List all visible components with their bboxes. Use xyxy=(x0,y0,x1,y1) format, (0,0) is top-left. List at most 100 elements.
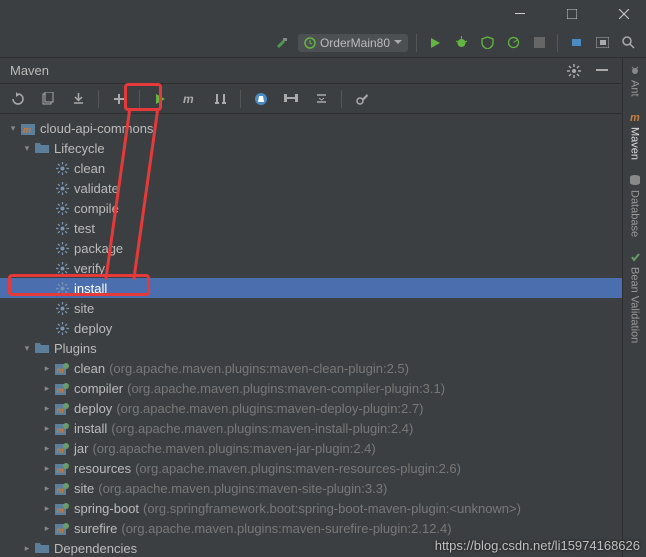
plugin-site[interactable]: ▸msite(org.apache.maven.plugins:maven-si… xyxy=(0,478,622,498)
tree-node-icon xyxy=(54,180,70,196)
expand-arrow-icon[interactable]: ▸ xyxy=(20,543,34,554)
right-tab-bean-validation[interactable]: Bean Validation xyxy=(629,251,641,343)
plugin-spring-boot[interactable]: ▸mspring-boot(org.springframework.boot:s… xyxy=(0,498,622,518)
settings-icon[interactable] xyxy=(564,61,584,81)
lifecycle-goal-install[interactable]: install xyxy=(0,278,622,298)
tree-node-label: clean xyxy=(74,161,105,176)
search-icon[interactable] xyxy=(618,33,638,53)
lifecycle-goal-test[interactable]: test xyxy=(0,218,622,238)
expand-arrow-icon[interactable]: ▸ xyxy=(40,383,54,394)
tree-node-icon: m xyxy=(54,380,70,396)
project-node[interactable]: ▾mcloud-api-commons xyxy=(0,118,622,138)
show-dependencies-icon[interactable] xyxy=(281,89,301,109)
svg-text:m: m xyxy=(57,446,64,455)
plugin-clean[interactable]: ▸mclean(org.apache.maven.plugins:maven-c… xyxy=(0,358,622,378)
expand-arrow-icon[interactable]: ▾ xyxy=(6,123,20,134)
tree-node-icon xyxy=(54,240,70,256)
skip-tests-icon[interactable] xyxy=(251,89,271,109)
lifecycle-goal-verify[interactable]: verify xyxy=(0,258,622,278)
tree-node-icon xyxy=(54,280,70,296)
reimport-icon[interactable] xyxy=(8,89,28,109)
plugin-resources[interactable]: ▸mresources(org.apache.maven.plugins:mav… xyxy=(0,458,622,478)
tab-label: Maven xyxy=(629,127,641,160)
main-toolbar: OrderMain80 xyxy=(0,28,646,58)
tree-node-icon xyxy=(54,260,70,276)
maven-tree[interactable]: ▾mcloud-api-commons▾Lifecycle clean valida… xyxy=(0,114,622,557)
tree-node-sublabel: (org.apache.maven.plugins:maven-deploy-p… xyxy=(116,401,423,416)
panel-title: Maven xyxy=(10,63,49,78)
tree-node-label: install xyxy=(74,281,107,296)
lifecycle-goal-compile[interactable]: compile xyxy=(0,198,622,218)
download-sources-icon[interactable] xyxy=(68,89,88,109)
expand-arrow-icon[interactable]: ▸ xyxy=(40,423,54,434)
expand-arrow-icon[interactable]: ▸ xyxy=(40,363,54,374)
svg-text:m: m xyxy=(57,526,64,535)
tree-node-icon xyxy=(54,220,70,236)
tree-node-label: verify xyxy=(74,261,105,276)
tree-node-sublabel: (org.apache.maven.plugins:maven-clean-pl… xyxy=(109,361,409,376)
svg-text:m: m xyxy=(57,406,64,415)
expand-arrow-icon[interactable]: ▾ xyxy=(20,343,34,354)
tree-node-icon: m xyxy=(54,480,70,496)
plugins-folder[interactable]: ▾Plugins xyxy=(0,338,622,358)
svg-text:m: m xyxy=(57,466,64,475)
add-project-icon[interactable] xyxy=(109,89,129,109)
tree-node-icon: m xyxy=(54,500,70,516)
plugin-deploy[interactable]: ▸mdeploy(org.apache.maven.plugins:maven-… xyxy=(0,398,622,418)
window-titlebar xyxy=(0,0,646,28)
expand-arrow-icon[interactable]: ▾ xyxy=(20,143,34,154)
lifecycle-goal-package[interactable]: package xyxy=(0,238,622,258)
right-tab-database[interactable]: Database xyxy=(629,174,641,237)
tree-node-label: clean xyxy=(74,361,105,376)
lifecycle-goal-validate[interactable]: validate xyxy=(0,178,622,198)
git-icon[interactable] xyxy=(566,33,586,53)
svg-text:m: m xyxy=(57,506,64,515)
lifecycle-goal-deploy[interactable]: deploy xyxy=(0,318,622,338)
right-tab-ant[interactable]: Ant xyxy=(629,64,641,97)
collapse-all-icon[interactable] xyxy=(311,89,331,109)
tab-icon xyxy=(629,174,641,186)
lifecycle-goal-site[interactable]: site xyxy=(0,298,622,318)
minimize-button[interactable] xyxy=(506,4,534,24)
profiler-icon[interactable] xyxy=(503,33,523,53)
toggle-offline-icon[interactable] xyxy=(210,89,230,109)
tree-node-label: package xyxy=(74,241,123,256)
tab-icon xyxy=(629,251,641,263)
lifecycle-goal-clean[interactable]: clean xyxy=(0,158,622,178)
lifecycle-folder[interactable]: ▾Lifecycle xyxy=(0,138,622,158)
execute-goal-icon[interactable]: m xyxy=(180,89,200,109)
maximize-button[interactable] xyxy=(558,4,586,24)
expand-arrow-icon[interactable]: ▸ xyxy=(40,523,54,534)
tree-node-icon: m xyxy=(20,120,36,136)
tree-node-icon xyxy=(54,160,70,176)
run-icon[interactable] xyxy=(425,33,445,53)
tree-node-label: site xyxy=(74,301,94,316)
expand-arrow-icon[interactable]: ▸ xyxy=(40,443,54,454)
layout-icon[interactable] xyxy=(592,33,612,53)
generate-sources-icon[interactable] xyxy=(38,89,58,109)
stop-icon[interactable] xyxy=(529,33,549,53)
svg-text:m: m xyxy=(57,386,64,395)
plugin-compiler[interactable]: ▸mcompiler(org.apache.maven.plugins:mave… xyxy=(0,378,622,398)
tree-node-label: compiler xyxy=(74,381,123,396)
maven-settings-icon[interactable] xyxy=(352,89,372,109)
close-button[interactable] xyxy=(610,4,638,24)
tree-node-label: Dependencies xyxy=(54,541,137,556)
plugin-install[interactable]: ▸minstall(org.apache.maven.plugins:maven… xyxy=(0,418,622,438)
tree-node-icon xyxy=(34,540,50,556)
right-tab-maven[interactable]: mMaven xyxy=(629,111,641,160)
hammer-icon[interactable] xyxy=(272,33,292,53)
tree-node-icon: m xyxy=(54,460,70,476)
plugin-surefire[interactable]: ▸msurefire(org.apache.maven.plugins:mave… xyxy=(0,518,622,538)
hide-icon[interactable] xyxy=(592,61,612,81)
debug-icon[interactable] xyxy=(451,33,471,53)
expand-arrow-icon[interactable]: ▸ xyxy=(40,403,54,414)
expand-arrow-icon[interactable]: ▸ xyxy=(40,503,54,514)
svg-text:m: m xyxy=(57,426,64,435)
expand-arrow-icon[interactable]: ▸ xyxy=(40,463,54,474)
run-maven-icon[interactable] xyxy=(150,89,170,109)
expand-arrow-icon[interactable]: ▸ xyxy=(40,483,54,494)
coverage-icon[interactable] xyxy=(477,33,497,53)
plugin-jar[interactable]: ▸mjar(org.apache.maven.plugins:maven-jar… xyxy=(0,438,622,458)
run-config-selector[interactable]: OrderMain80 xyxy=(298,34,408,52)
